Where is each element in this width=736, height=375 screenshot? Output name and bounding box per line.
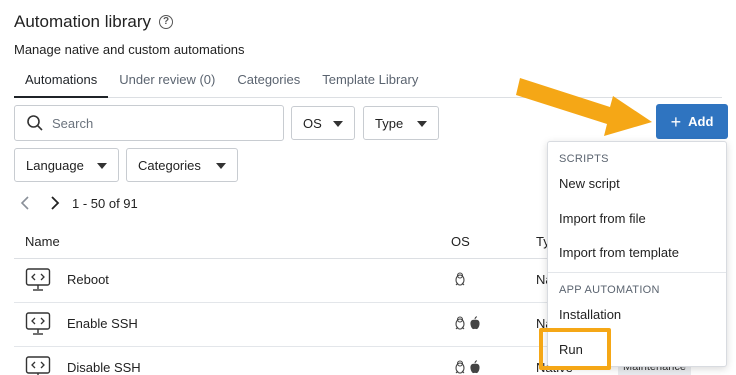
type-filter-label: Type	[375, 115, 404, 131]
column-header-os[interactable]: OS	[451, 234, 470, 249]
menu-item-import-template[interactable]: Import from template	[559, 245, 679, 260]
page-title: Automation library	[14, 12, 152, 31]
menu-item-installation[interactable]: Installation	[559, 307, 621, 322]
tab-automations[interactable]: Automations	[14, 62, 109, 98]
search-icon	[27, 115, 43, 131]
add-button-label: Add	[688, 114, 714, 129]
chevron-down-icon	[333, 121, 343, 127]
linux-icon	[455, 360, 465, 374]
search-input[interactable]	[52, 115, 272, 131]
chevron-down-icon	[216, 163, 226, 169]
linux-icon	[455, 272, 465, 286]
chevron-right-icon[interactable]	[48, 194, 62, 212]
tab-template-library[interactable]: Template Library	[311, 62, 429, 98]
plus-icon: +	[670, 111, 682, 132]
annotation-arrow-icon	[516, 78, 652, 136]
tab-categories[interactable]: Categories	[226, 62, 311, 98]
row-os	[454, 272, 466, 286]
menu-section-scripts: SCRIPTS	[559, 153, 609, 165]
script-icon	[25, 268, 51, 291]
add-button[interactable]: + Add	[656, 104, 728, 139]
menu-divider	[548, 272, 726, 273]
column-header-name[interactable]: Name	[25, 234, 60, 249]
linux-icon	[455, 316, 465, 330]
script-icon	[25, 312, 51, 335]
chevron-left-icon[interactable]	[18, 194, 32, 212]
help-icon[interactable]: ?	[159, 15, 174, 29]
search-box[interactable]	[14, 105, 284, 141]
pagination-range: 1 - 50 of 91	[72, 195, 138, 211]
apple-icon	[470, 316, 480, 330]
row-name[interactable]: Reboot	[67, 272, 109, 287]
chevron-down-icon	[97, 163, 107, 169]
script-icon	[25, 356, 51, 375]
chevron-down-icon	[417, 121, 427, 127]
menu-item-import-file[interactable]: Import from file	[559, 211, 646, 226]
os-filter-label: OS	[303, 115, 322, 131]
row-name[interactable]: Disable SSH	[67, 360, 141, 375]
os-filter-dropdown[interactable]: OS	[291, 106, 355, 140]
menu-section-app-automation: APP AUTOMATION	[559, 284, 660, 296]
language-filter-dropdown[interactable]: Language	[14, 148, 119, 182]
row-name[interactable]: Enable SSH	[67, 316, 138, 331]
row-os	[454, 360, 481, 374]
tab-under-review[interactable]: Under review (0)	[108, 62, 226, 98]
categories-filter-label: Categories	[138, 157, 201, 173]
page-title-row: Automation library ?	[14, 12, 174, 32]
highlight-box	[539, 328, 611, 370]
menu-item-new-script[interactable]: New script	[559, 176, 620, 191]
row-os	[454, 316, 481, 330]
type-filter-dropdown[interactable]: Type	[363, 106, 439, 140]
apple-icon	[470, 360, 480, 374]
page-subtitle: Manage native and custom automations	[14, 42, 245, 57]
language-filter-label: Language	[26, 157, 84, 173]
categories-filter-dropdown[interactable]: Categories	[126, 148, 238, 182]
pagination: 1 - 50 of 91	[18, 194, 138, 212]
